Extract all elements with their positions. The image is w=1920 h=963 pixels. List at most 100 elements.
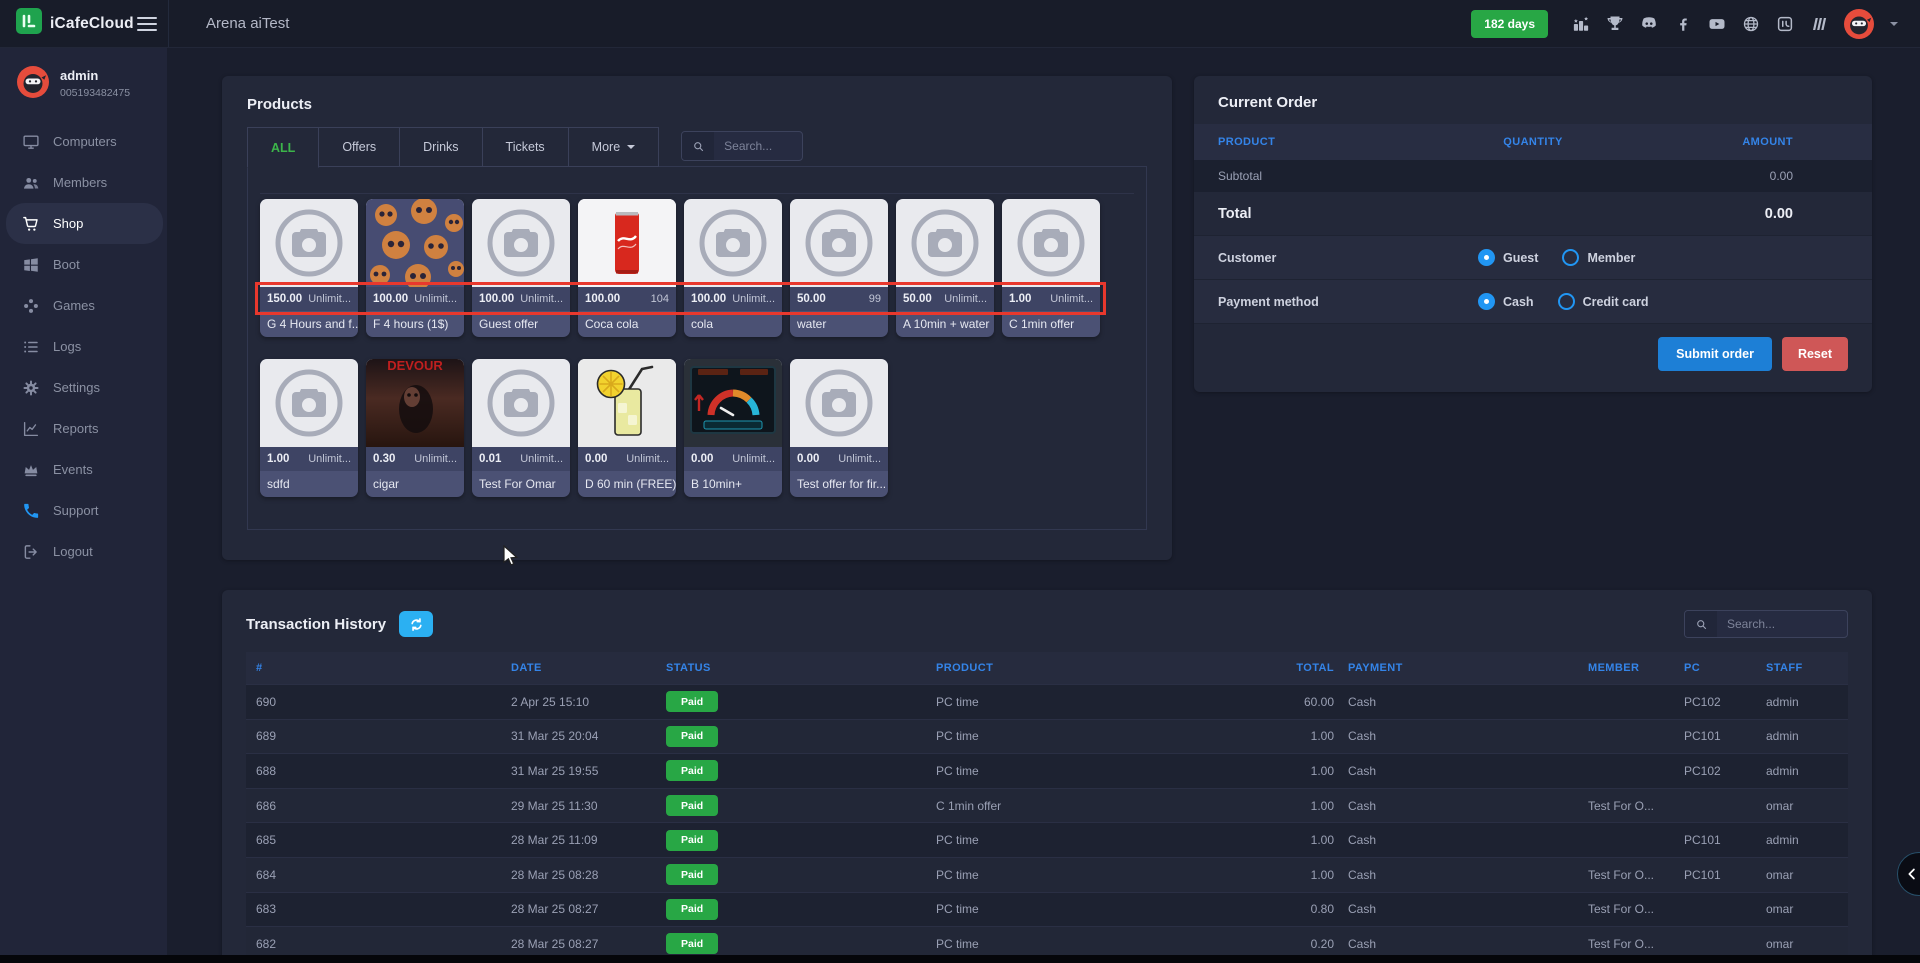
- trophy-icon[interactable]: [1606, 15, 1624, 33]
- sidebar-item-boot[interactable]: Boot: [0, 244, 167, 285]
- sidebar-item-events[interactable]: Events: [0, 449, 167, 490]
- tab-tickets[interactable]: Tickets: [483, 127, 569, 167]
- products-search-input[interactable]: [714, 139, 802, 153]
- customer-radio-guest[interactable]: Guest: [1478, 249, 1538, 266]
- product-name: D 60 min (FREE): [578, 471, 676, 497]
- product-card[interactable]: 100.00 Unlimit... Guest offer: [472, 199, 570, 337]
- sidebar-item-reports[interactable]: Reports: [0, 408, 167, 449]
- product-image: [790, 199, 888, 287]
- status-badge: Paid: [666, 691, 718, 712]
- tab-more[interactable]: More: [569, 127, 659, 167]
- topbar-divider: [168, 0, 169, 47]
- sidebar-item-logout[interactable]: Logout: [0, 531, 167, 572]
- product-price: 100.00: [585, 293, 620, 305]
- transactions-searchbox: [1684, 610, 1848, 638]
- product-card[interactable]: 0.00 Unlimit... Test offer for fir...: [790, 359, 888, 497]
- payment-radio-credit-card[interactable]: Credit card: [1558, 293, 1649, 310]
- product-price: 0.00: [797, 453, 819, 465]
- product-quantity: 99: [869, 293, 881, 305]
- product-quantity: Unlimit...: [308, 293, 351, 305]
- youtube-icon[interactable]: [1708, 15, 1726, 33]
- icafecloud-icon[interactable]: [1776, 15, 1794, 33]
- product-name: sdfd: [260, 471, 358, 497]
- status-badge: Paid: [666, 899, 718, 920]
- subtotal-row: Subtotal 0.00: [1194, 160, 1872, 192]
- product-card[interactable]: 1.00 Unlimit... C 1min offer: [1002, 199, 1100, 337]
- sidebar-item-computers[interactable]: Computers: [0, 121, 167, 162]
- product-price: 50.00: [903, 293, 932, 305]
- tx-col-payment: PAYMENT: [1348, 662, 1588, 674]
- reset-button[interactable]: Reset: [1782, 337, 1848, 371]
- sidebar-item-members[interactable]: Members: [0, 162, 167, 203]
- hamburger-menu-icon[interactable]: [130, 7, 164, 41]
- product-card[interactable]: 1.00 Unlimit... sdfd: [260, 359, 358, 497]
- product-image: [366, 199, 464, 287]
- license-days-badge[interactable]: 182 days: [1471, 10, 1548, 38]
- transaction-row: 68428 Mar 25 08:28 Paid PC time1.00Cash …: [246, 857, 1848, 892]
- sidebar-item-settings[interactable]: Settings: [0, 367, 167, 408]
- tab-all[interactable]: ALL: [247, 127, 319, 168]
- product-name: cigar: [366, 471, 464, 497]
- total-row: Total 0.00: [1194, 192, 1872, 236]
- sidebar-item-label: Support: [53, 503, 99, 518]
- status-badge: Paid: [666, 864, 718, 885]
- tab-drinks[interactable]: Drinks: [400, 127, 482, 167]
- product-quantity: Unlimit...: [414, 293, 457, 305]
- product-name: C 1min offer: [1002, 311, 1100, 337]
- user-name: admin: [60, 68, 130, 83]
- product-card[interactable]: 50.00 Unlimit... A 10min + water: [896, 199, 994, 337]
- product-card[interactable]: 50.00 99 water: [790, 199, 888, 337]
- status-badge: Paid: [666, 726, 718, 747]
- sidebar-item-games[interactable]: Games: [0, 285, 167, 326]
- product-card[interactable]: 0.00 Unlimit... B 10min+: [684, 359, 782, 497]
- product-price: 100.00: [479, 293, 514, 305]
- facebook-icon[interactable]: [1674, 15, 1692, 33]
- submit-order-button[interactable]: Submit order: [1658, 337, 1772, 371]
- product-quantity: Unlimit...: [520, 453, 563, 465]
- globe-icon[interactable]: [1742, 15, 1760, 33]
- layers-icon[interactable]: [1810, 15, 1828, 33]
- product-card[interactable]: 0.00 Unlimit... D 60 min (FREE): [578, 359, 676, 497]
- product-card[interactable]: 100.00 104 Coca cola: [578, 199, 676, 337]
- page-title: Arena aiTest: [206, 15, 289, 32]
- product-card[interactable]: DEVOUR 0.30 Unlimit... cigar: [366, 359, 464, 497]
- user-avatar: [17, 66, 49, 98]
- product-name: B 10min+: [684, 471, 782, 497]
- transactions-search-input[interactable]: [1717, 617, 1847, 631]
- payment-radio-cash[interactable]: Cash: [1478, 293, 1534, 310]
- sidebar-item-label: Members: [53, 175, 107, 190]
- product-card[interactable]: 100.00 Unlimit... F 4 hours (1$): [366, 199, 464, 337]
- tx-col-status: STATUS: [666, 662, 936, 674]
- brand[interactable]: iCafeCloud: [0, 8, 128, 39]
- customer-label: Customer: [1218, 251, 1478, 265]
- sidebar-item-shop[interactable]: Shop: [6, 203, 163, 244]
- collapse-chevron-button[interactable]: [1897, 852, 1920, 896]
- product-image: [578, 199, 676, 287]
- sidebar-user[interactable]: admin 005193482475: [0, 48, 167, 113]
- refresh-button[interactable]: [399, 611, 433, 637]
- customer-radio-member[interactable]: Member: [1562, 249, 1635, 266]
- user-id: 005193482475: [60, 87, 130, 99]
- transaction-row: 68831 Mar 25 19:55 Paid PC time1.00Cash …: [246, 753, 1848, 788]
- product-card[interactable]: 0.01 Unlimit... Test For Omar: [472, 359, 570, 497]
- phone-icon: [22, 502, 40, 520]
- product-quantity: Unlimit...: [732, 453, 775, 465]
- product-name: Test offer for fir...: [790, 471, 888, 497]
- icafecloud-logo-icon: [16, 8, 42, 39]
- sidebar-item-logs[interactable]: Logs: [0, 326, 167, 367]
- user-avatar[interactable]: [1844, 9, 1874, 39]
- chevron-down-icon[interactable]: [1890, 22, 1898, 30]
- product-name: A 10min + water: [896, 311, 994, 337]
- product-price: 100.00: [373, 293, 408, 305]
- sidebar-item-label: Settings: [53, 380, 100, 395]
- product-card[interactable]: 100.00 Unlimit... cola: [684, 199, 782, 337]
- tab-offers[interactable]: Offers: [319, 127, 400, 167]
- product-card[interactable]: 150.00 Unlimit... G 4 Hours and f...: [260, 199, 358, 337]
- status-badge: Paid: [666, 933, 718, 954]
- tx-col-member: MEMBER: [1588, 662, 1684, 674]
- ranking-icon[interactable]: [1572, 15, 1590, 33]
- tx-col-date: DATE: [511, 662, 666, 674]
- order-title: Current Order: [1218, 94, 1848, 111]
- sidebar-item-support[interactable]: Support: [0, 490, 167, 531]
- discord-icon[interactable]: [1640, 15, 1658, 33]
